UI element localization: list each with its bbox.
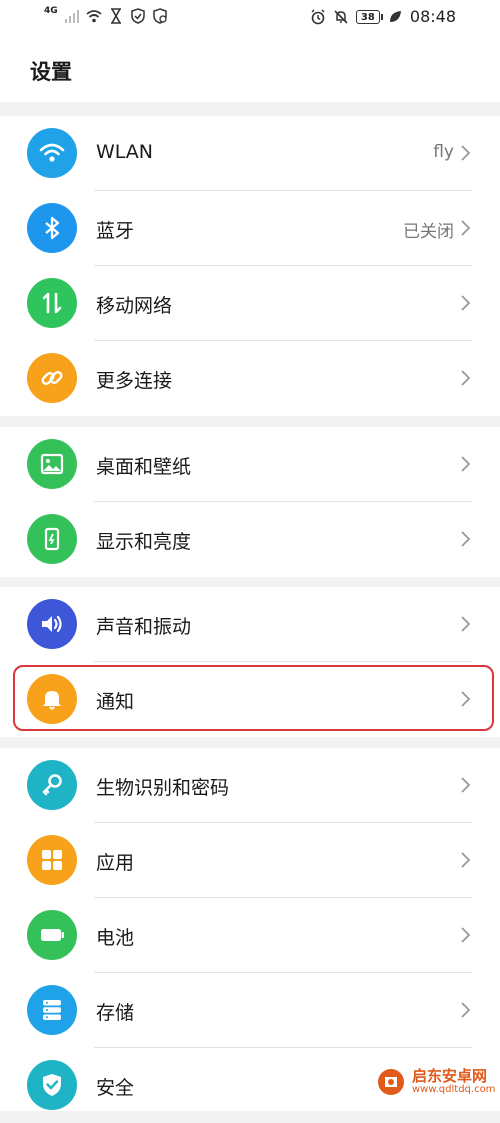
storage-icon: [27, 985, 77, 1035]
settings-item-wallpaper[interactable]: 桌面和壁纸: [0, 427, 500, 502]
settings-item-label: 生物识别和密码: [96, 777, 230, 799]
settings-item-label: 存储: [96, 1002, 135, 1024]
wifi-icon: [86, 10, 102, 23]
alarm-icon: [311, 8, 325, 24]
chevron-right-icon: [461, 777, 471, 793]
watermark-main: 启东安卓网: [412, 1067, 488, 1085]
chevron-right-icon: [461, 927, 471, 943]
settings-item-label: 电池: [96, 927, 135, 949]
status-bar: 4G 38 08:48: [0, 0, 500, 38]
clock: 08:48: [409, 7, 456, 26]
network-type: 4G: [44, 6, 58, 16]
bell-icon: [27, 674, 77, 724]
settings-item-label: 安全: [96, 1077, 135, 1099]
status-left: 4G: [44, 6, 168, 24]
hourglass-icon: [110, 8, 121, 24]
chevron-right-icon: [461, 616, 471, 632]
signal-icon: [64, 10, 79, 23]
checkshield-icon: [152, 8, 167, 24]
chevron-right-icon: [461, 691, 471, 707]
mobile-data-icon: [27, 278, 77, 328]
chevron-right-icon: [461, 145, 471, 161]
settings-item-label: 通知: [96, 691, 135, 713]
watermark: 启东安卓网 www.qdltdq.com: [370, 1065, 500, 1099]
settings-item-label: 蓝牙: [96, 220, 135, 242]
settings-item-label: 移动网络: [96, 295, 173, 317]
battery-icon: [27, 910, 77, 960]
settings-item-bluetooth[interactable]: 蓝牙 已关闭: [0, 191, 500, 266]
chevron-right-icon: [461, 852, 471, 868]
settings-item-label: WLAN: [96, 141, 154, 163]
settings-group-display: 桌面和壁纸 显示和亮度: [0, 427, 500, 577]
page-title: 设置: [30, 60, 72, 84]
status-right: 38 08:48: [310, 7, 456, 26]
settings-item-notifications[interactable]: 通知: [0, 662, 500, 737]
settings-item-sound[interactable]: 声音和振动: [0, 587, 500, 662]
chevron-right-icon: [461, 456, 471, 472]
wallpaper-icon: [27, 439, 77, 489]
settings-item-more-connections[interactable]: 更多连接: [0, 341, 500, 416]
page-header: 设置: [0, 38, 500, 102]
watermark-logo-icon: [378, 1069, 404, 1095]
settings-item-apps[interactable]: 应用: [0, 823, 500, 898]
chevron-right-icon: [461, 295, 471, 311]
battery-indicator: 38: [355, 9, 383, 24]
wifi-icon: [27, 128, 77, 178]
settings-item-value: 已关闭: [403, 222, 454, 242]
settings-item-display[interactable]: 显示和亮度: [0, 502, 500, 577]
settings-item-label: 声音和振动: [96, 616, 192, 638]
settings-item-mobile-network[interactable]: 移动网络: [0, 266, 500, 341]
settings-group-sound: 声音和振动 通知: [0, 587, 500, 737]
chevron-right-icon: [461, 370, 471, 386]
settings-group-connections: WLAN fly 蓝牙 已关闭 移动网络 更多连接: [0, 116, 500, 416]
watermark-sub: www.qdltdq.com: [412, 1084, 496, 1095]
settings-item-label: 显示和亮度: [96, 531, 192, 553]
chevron-right-icon: [461, 220, 471, 236]
leaf-icon: [389, 10, 401, 22]
settings-item-label: 更多连接: [96, 370, 173, 392]
watermark-text: 启东安卓网 www.qdltdq.com: [412, 1068, 495, 1096]
settings-item-wlan[interactable]: WLAN fly: [0, 116, 500, 191]
settings-item-battery[interactable]: 电池: [0, 898, 500, 973]
speaker-icon: [27, 599, 77, 649]
mute-icon: [334, 9, 348, 24]
settings-item-storage[interactable]: 存储: [0, 973, 500, 1048]
chevron-right-icon: [461, 1002, 471, 1018]
display-icon: [27, 514, 77, 564]
shield-icon: [130, 8, 145, 24]
apps-icon: [27, 835, 77, 885]
settings-item-label: 应用: [96, 852, 135, 874]
link-icon: [27, 353, 77, 403]
chevron-right-icon: [461, 531, 471, 547]
settings-item-value: fly: [433, 142, 454, 162]
bluetooth-icon: [27, 203, 77, 253]
security-icon: [27, 1060, 77, 1110]
settings-group-system: 生物识别和密码 应用 电池 存储 安全: [0, 748, 500, 1111]
settings-item-label: 桌面和壁纸: [96, 456, 192, 478]
settings-item-biometrics[interactable]: 生物识别和密码: [0, 748, 500, 823]
key-icon: [27, 760, 77, 810]
